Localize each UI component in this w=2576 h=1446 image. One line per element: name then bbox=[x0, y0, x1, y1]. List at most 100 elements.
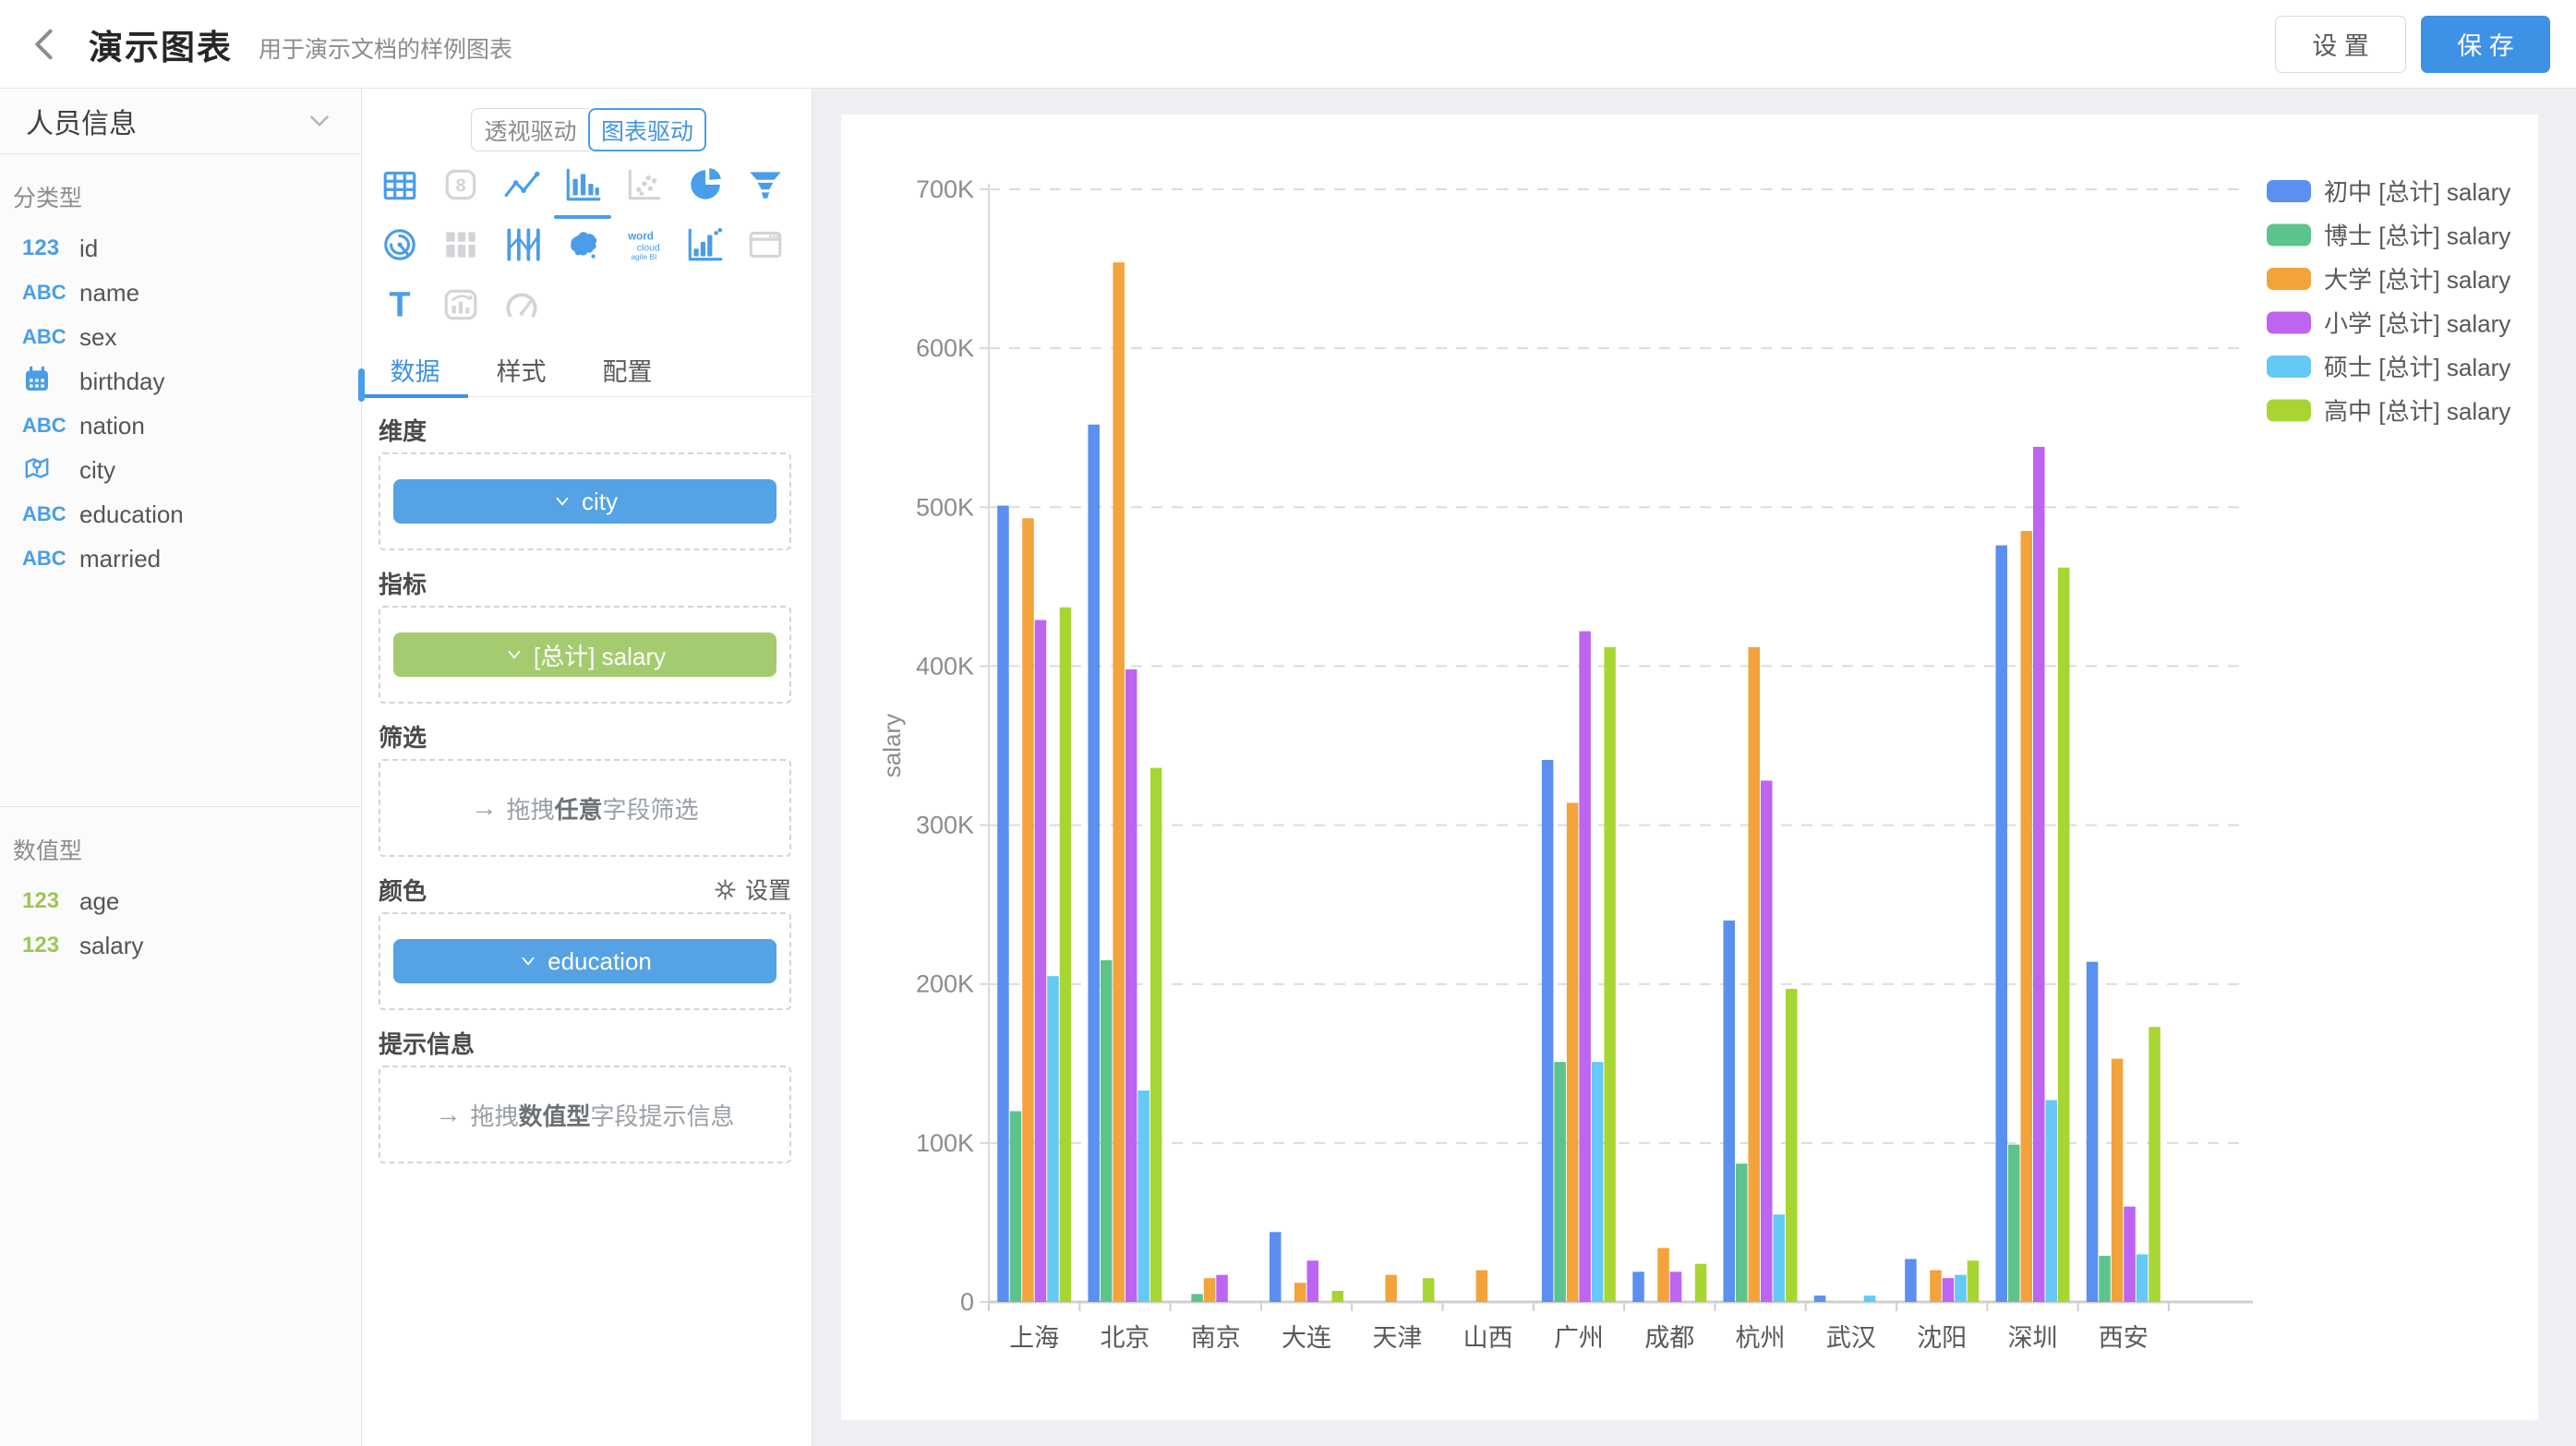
chart-type-combo-chart bbox=[430, 277, 491, 337]
panel-resize-handle[interactable] bbox=[358, 368, 365, 402]
line-chart-icon bbox=[502, 165, 541, 209]
word-cloud-icon: wordcloudagile BI bbox=[624, 225, 663, 269]
field-row-sex[interactable]: ABC sex bbox=[0, 315, 361, 359]
page-title: 演示图表 bbox=[89, 19, 233, 69]
chart-type-word-cloud[interactable]: wordcloudagile BI bbox=[613, 217, 674, 277]
svg-text:大连: 大连 bbox=[1282, 1324, 1331, 1352]
field-row-married[interactable]: ABCmarried bbox=[0, 536, 361, 581]
color-settings-button[interactable]: 设置 bbox=[713, 873, 791, 906]
dataset-name: 人员信息 bbox=[26, 101, 137, 141]
table-chart-icon bbox=[380, 165, 419, 209]
color-label-row: 颜色 设置 bbox=[379, 874, 791, 905]
radar-chart-icon bbox=[380, 225, 419, 269]
svg-text:大学 [总计] salary: 大学 [总计] salary bbox=[2324, 266, 2510, 294]
chart-config-panel: 透视驱动图表驱动 8 wordcloudagile BI T 数据样式配置 维度 c… bbox=[362, 89, 813, 1446]
chart-type-crosstab bbox=[430, 217, 491, 277]
svg-text:初中 [总计] salary: 初中 [总计] salary bbox=[2324, 178, 2510, 206]
settings-button[interactable]: 设 置 bbox=[2275, 16, 2406, 73]
field-label: age bbox=[79, 887, 119, 916]
crosstab-icon bbox=[441, 225, 480, 269]
chart-type-parallel[interactable] bbox=[491, 217, 552, 277]
top-bar: 演示图表 用于演示文档的样例图表 设 置 保 存 bbox=[0, 0, 2576, 89]
chart-type-text[interactable]: T bbox=[369, 277, 430, 337]
field-label: city bbox=[79, 456, 115, 485]
color-label: 颜色 bbox=[379, 873, 427, 907]
save-button[interactable]: 保 存 bbox=[2421, 16, 2550, 73]
chart-type-pie-chart[interactable] bbox=[674, 157, 735, 217]
svg-text:天津: 天津 bbox=[1372, 1324, 1422, 1352]
svg-text:500K: 500K bbox=[916, 493, 974, 521]
text-field-icon: ABC bbox=[22, 325, 66, 349]
chart-type-china-map[interactable] bbox=[552, 217, 613, 277]
topbar-actions: 设 置 保 存 bbox=[2275, 16, 2550, 73]
svg-text:700K: 700K bbox=[916, 175, 974, 203]
web-frame-icon bbox=[746, 225, 785, 269]
data-tab-body: 维度 city 指标 [总计] salary 筛选 → 拖拽任意字段筛选 bbox=[379, 397, 791, 1446]
svg-text:深圳: 深圳 bbox=[2007, 1324, 2057, 1352]
chart-type-web-frame bbox=[735, 217, 796, 277]
svg-text:400K: 400K bbox=[916, 652, 974, 680]
svg-text:硕士 [总计] salary: 硕士 [总计] salary bbox=[2324, 354, 2510, 381]
field-row-nation[interactable]: ABCnation bbox=[0, 404, 361, 448]
dimension-chip-city[interactable]: city bbox=[393, 479, 776, 524]
field-row-name[interactable]: ABCname bbox=[0, 271, 361, 315]
chart-type-funnel[interactable] bbox=[735, 157, 796, 217]
tooltip-dropzone[interactable]: → 拖拽数值型字段提示信息 bbox=[379, 1066, 791, 1163]
chevron-down-icon bbox=[504, 645, 524, 665]
field-row-salary[interactable]: 123salary bbox=[0, 923, 361, 968]
svg-text:北京: 北京 bbox=[1100, 1324, 1150, 1352]
field-label: sex bbox=[79, 323, 116, 352]
svg-text:8: 8 bbox=[455, 175, 465, 196]
text-field-icon: ABC bbox=[22, 502, 66, 526]
svg-text:300K: 300K bbox=[916, 812, 974, 839]
numeric-field-icon: 123 bbox=[22, 235, 59, 261]
field-row-city[interactable]: city bbox=[0, 448, 361, 492]
metric-chip-salary[interactable]: [总计] salary bbox=[393, 633, 776, 677]
tooltip-placeholder: → 拖拽数值型字段提示信息 bbox=[435, 1098, 734, 1132]
tab-样式[interactable]: 样式 bbox=[468, 343, 574, 396]
china-map-icon bbox=[563, 225, 602, 269]
chevron-down-icon bbox=[304, 105, 335, 137]
chart-type-gauge bbox=[491, 277, 552, 337]
gear-icon bbox=[713, 877, 738, 902]
filter-placeholder: → 拖拽任意字段筛选 bbox=[471, 791, 698, 825]
arrow-right-icon: → bbox=[435, 1100, 461, 1129]
chart-type-waterfall[interactable] bbox=[674, 217, 735, 277]
combo-chart-icon bbox=[441, 285, 480, 329]
pie-chart-icon bbox=[685, 165, 724, 209]
drive-toggle-透视驱动[interactable]: 透视驱动 bbox=[471, 108, 589, 151]
field-label: id bbox=[79, 235, 98, 263]
field-row-education[interactable]: ABCeducation bbox=[0, 492, 361, 536]
chart-type-line-chart[interactable] bbox=[491, 157, 552, 217]
field-row-id[interactable]: 123 id bbox=[0, 226, 361, 271]
chart-type-table[interactable] bbox=[369, 157, 430, 217]
svg-text:0: 0 bbox=[960, 1288, 974, 1316]
chart-type-radar[interactable] bbox=[369, 217, 430, 277]
back-icon[interactable] bbox=[24, 24, 65, 65]
tab-配置[interactable]: 配置 bbox=[574, 343, 680, 396]
drive-toggle-图表驱动[interactable]: 图表驱动 bbox=[588, 108, 706, 151]
field-row-birthday[interactable]: birthday bbox=[0, 359, 361, 404]
color-chip-education[interactable]: education bbox=[393, 939, 776, 983]
field-section-label: 数值型 bbox=[13, 833, 361, 866]
svg-text:广州: 广州 bbox=[1554, 1324, 1604, 1352]
field-row-age[interactable]: 123age bbox=[0, 879, 361, 923]
tab-数据[interactable]: 数据 bbox=[362, 343, 468, 396]
dataset-selector[interactable]: 人员信息 bbox=[0, 89, 361, 154]
color-dropzone[interactable]: education bbox=[379, 912, 791, 1010]
funnel-chart-icon bbox=[746, 165, 785, 209]
page-subtitle: 用于演示文档的样例图表 bbox=[259, 24, 512, 65]
svg-text:山西: 山西 bbox=[1463, 1324, 1513, 1352]
chart-type-indicator-card: 8 bbox=[430, 157, 491, 217]
grouped-bar-chart[interactable]: 0100K200K300K400K500K600K700K上海北京南京大连天津山… bbox=[841, 114, 2538, 1420]
dimension-dropzone[interactable]: city bbox=[379, 452, 791, 550]
svg-text:T: T bbox=[389, 286, 410, 324]
metric-dropzone[interactable]: [总计] salary bbox=[379, 606, 791, 704]
calendar-icon bbox=[22, 365, 52, 399]
svg-text:西安: 西安 bbox=[2099, 1324, 2149, 1352]
filter-dropzone[interactable]: → 拖拽任意字段筛选 bbox=[379, 759, 791, 857]
indicator-card-icon: 8 bbox=[441, 165, 480, 209]
text-widget-icon: T bbox=[380, 285, 419, 329]
field-label: birthday bbox=[79, 368, 165, 396]
chart-type-bar-chart[interactable] bbox=[552, 157, 613, 217]
